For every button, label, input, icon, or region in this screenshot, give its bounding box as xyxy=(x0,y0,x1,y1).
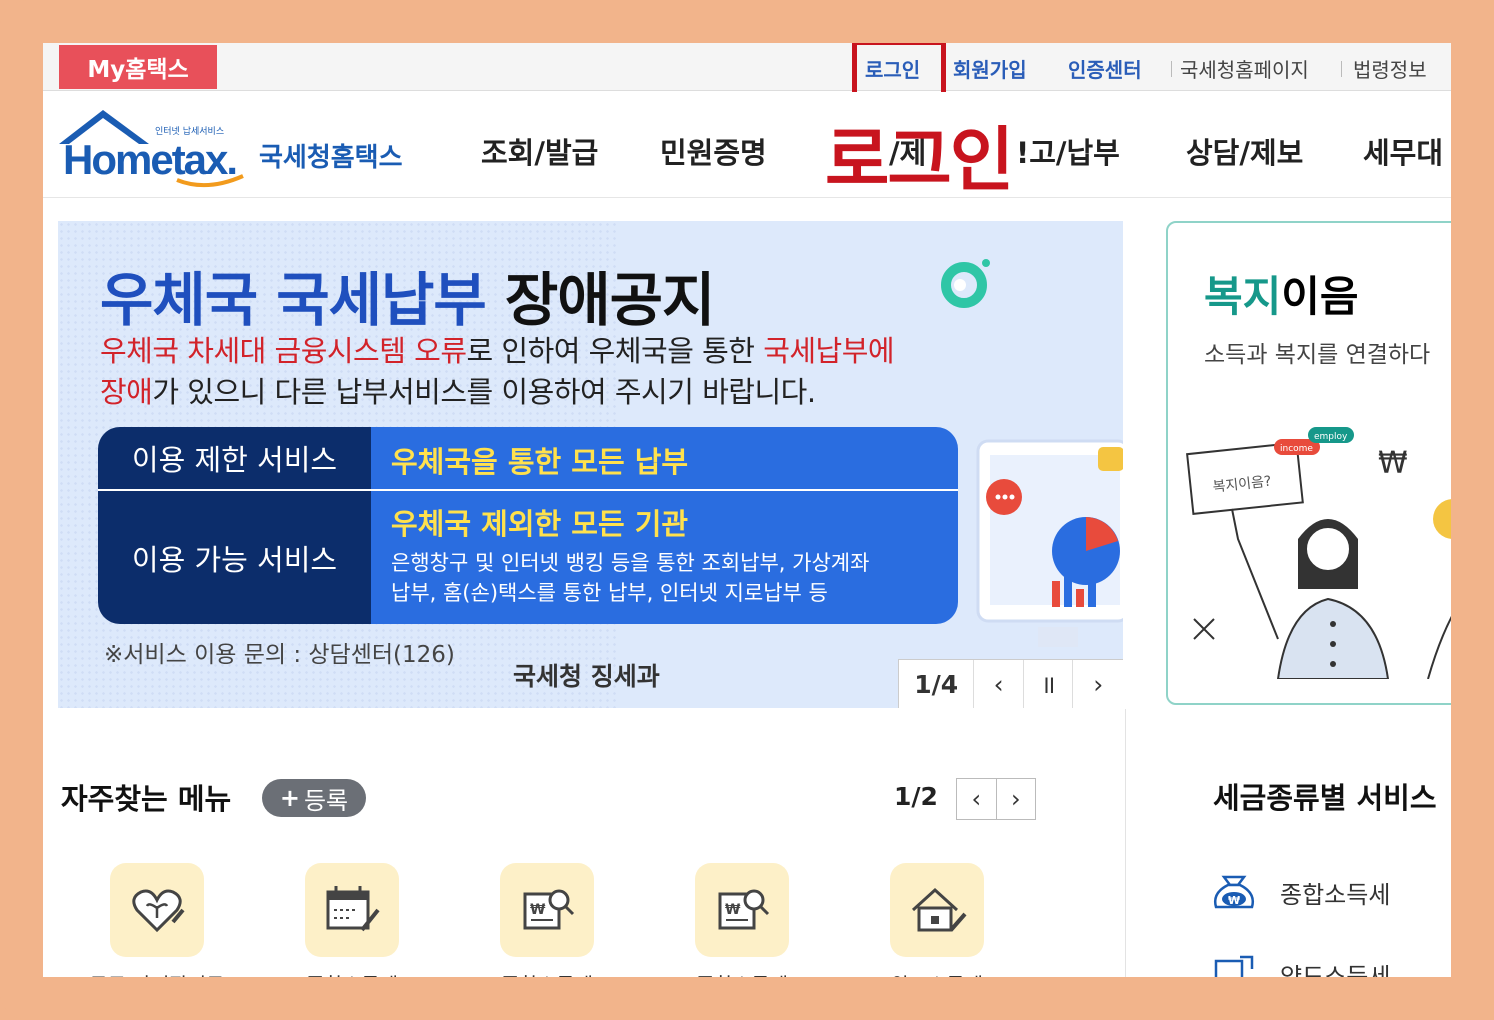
house-logo-icon: 인터넷 납세서비스 Hometax. 국세청홈택스 xyxy=(59,110,403,188)
divider xyxy=(1171,61,1172,77)
favorites-next-button[interactable]: › xyxy=(997,779,1036,819)
favorite-item-4[interactable]: ₩ xyxy=(695,863,789,957)
available-label: 이용 가능 서비스 xyxy=(98,491,371,624)
calendar-edit-icon xyxy=(326,886,380,932)
favorites-prev-button[interactable]: ‹ xyxy=(957,779,997,819)
register-label: 등록 xyxy=(303,786,349,815)
nav-consult-report[interactable]: 상담/제보 xyxy=(1186,130,1303,172)
desc-mid-1: 로 인하여 우체국을 통한 xyxy=(466,334,764,368)
available-value-cell: 우체국 제외한 모든 기관 은행창구 및 인터넷 뱅킹 등을 통한 조회납부, … xyxy=(371,491,958,624)
banner-signature: 국세청 징세과 xyxy=(513,662,660,691)
tax-document-search-icon: ₩ xyxy=(718,889,770,930)
login-annotation: 로그인 xyxy=(825,119,1014,201)
banner-title-dark: 장애공지 xyxy=(504,266,715,334)
favorite-label-1: 근로·자녀장려금 xyxy=(77,969,237,977)
house-edit-icon xyxy=(911,887,967,932)
nav-civil-cert[interactable]: 민원증명 xyxy=(660,130,767,172)
register-favorite-button[interactable]: + 등록 xyxy=(262,779,366,817)
favorite-label-4: 종합소득세 xyxy=(662,969,822,977)
favorite-label-2: 종합소득세 xyxy=(272,969,432,977)
favorite-item-2[interactable] xyxy=(305,863,399,957)
available-value: 우체국 제외한 모든 기관 xyxy=(391,507,689,541)
welfare-person-illustration: 복지이음? income employ ₩ xyxy=(1186,427,1451,679)
restricted-value: 우체국을 통한 모든 납부 xyxy=(391,445,689,479)
favorites-title: 자주찾는 메뉴 xyxy=(61,782,232,816)
desc-mid-2: 가 있으니 다른 납부서비스를 이용하여 주시기 바랍니다. xyxy=(152,375,816,409)
decorative-ring-icon xyxy=(941,259,990,308)
section-divider xyxy=(1125,709,1126,977)
favorite-label-3: 종합소득세 xyxy=(467,969,627,977)
favorite-item-1[interactable] xyxy=(110,863,204,957)
divider xyxy=(1341,61,1342,77)
utility-bar: My홈택스 로그인 회원가입 인증센터 국세청홈페이지 법령정보 xyxy=(43,43,1451,100)
welfare-subtitle: 소득과 복지를 연결하다 xyxy=(1204,342,1431,368)
plus-icon: + xyxy=(279,784,300,812)
nav-inquiry-issue[interactable]: 조회/발급 xyxy=(481,130,598,172)
banner-page-indicator: 1/4 xyxy=(899,660,975,708)
welfare-title-dark: 이음 xyxy=(1281,272,1359,321)
banner-prev-button[interactable]: ‹ xyxy=(974,660,1024,708)
transfer-document-icon xyxy=(1214,955,1254,977)
banner-pause-button[interactable]: ॥ xyxy=(1024,660,1074,708)
logo-wordmark: Hometax. xyxy=(63,136,236,183)
banner-pager: 1/4 ‹ ॥ › xyxy=(898,659,1123,708)
tax-service-title: 세금종류별 서비스 xyxy=(1213,781,1437,815)
tax-item-transfer[interactable]: 양도소득세 xyxy=(1280,957,1390,977)
banner-description: 우체국 차세대 금융시스템 오류로 인하여 우체국을 통한 국세납부에 장애가 … xyxy=(100,331,1000,413)
money-bag-icon: ₩ xyxy=(1214,875,1254,909)
restricted-label: 이용 제한 서비스 xyxy=(98,427,371,489)
nav-report-pay[interactable]: !고/납부 xyxy=(1016,130,1120,172)
income-tag: income xyxy=(1280,444,1313,454)
available-detail-1: 은행창구 및 인터넷 뱅킹 등을 통한 조회납부, 가상계좌 xyxy=(391,551,870,575)
desc-red-2: 국세납부에 xyxy=(763,334,895,368)
tax-document-search-icon: ₩ xyxy=(523,889,575,930)
cert-center-link[interactable]: 인증센터 xyxy=(1068,51,1142,85)
law-info-link[interactable]: 법령정보 xyxy=(1353,51,1427,85)
welfare-title: 복지이음 xyxy=(1204,263,1359,324)
monitor-chart-illustration xyxy=(976,439,1123,647)
favorite-label-5: 양도소득세 xyxy=(857,969,1017,977)
employ-tag: employ xyxy=(1314,432,1348,442)
hometax-logo[interactable]: 인터넷 납세서비스 Hometax. 국세청홈택스 xyxy=(57,104,417,194)
banner-title: 우체국 국세납부 장애공지 xyxy=(100,253,715,337)
svg-text:₩: ₩ xyxy=(1228,894,1240,907)
favorites-page-indicator: 1/2 xyxy=(894,782,938,811)
tax-item-comprehensive[interactable]: 종합소득세 xyxy=(1280,875,1390,910)
restricted-value-cell: 우체국을 통한 모든 납부 xyxy=(371,427,958,489)
banner-title-blue: 우체국 국세납부 xyxy=(100,266,487,334)
favorites-pager: ‹ › xyxy=(956,778,1036,820)
desc-red-1: 우체국 차세대 금융시스템 오류 xyxy=(100,334,467,368)
welfare-title-teal: 복지 xyxy=(1204,272,1282,321)
favorite-item-5[interactable] xyxy=(890,863,984,957)
desc-red-3: 장애 xyxy=(100,375,153,409)
browser-viewport: My홈택스 로그인 회원가입 인증센터 국세청홈페이지 법령정보 인터넷 납세서… xyxy=(43,43,1451,977)
site-header: 인터넷 납세서비스 Hometax. 국세청홈택스 조회/발급 민원증명 /제 … xyxy=(43,92,1451,201)
my-hometax-tab[interactable]: My홈택스 xyxy=(59,45,217,89)
service-table: 이용 제한 서비스 우체국을 통한 모든 납부 이용 가능 서비스 우체국 제외… xyxy=(98,427,958,624)
service-inquiry: ※서비스 이용 문의 : 상담센터(126) xyxy=(104,642,455,668)
available-detail-2: 납부, 홈(손)택스를 통한 납부, 인터넷 지로납부 등 xyxy=(391,581,828,605)
svg-text:₩: ₩ xyxy=(530,902,546,918)
banner-next-button[interactable]: › xyxy=(1073,660,1123,708)
svg-text:₩: ₩ xyxy=(725,902,741,918)
svg-text:₩: ₩ xyxy=(1378,446,1408,481)
logo-korean: 국세청홈택스 xyxy=(259,143,403,173)
nav-tax-agent[interactable]: 세무대 xyxy=(1363,130,1443,172)
notice-banner[interactable]: 우체국 국세납부 장애공지 우체국 차세대 금융시스템 오류로 인하여 우체국을… xyxy=(58,221,1123,708)
signup-link[interactable]: 회원가입 xyxy=(953,51,1027,85)
favorite-item-3[interactable]: ₩ xyxy=(500,863,594,957)
heart-sprout-icon xyxy=(132,889,185,933)
nts-homepage-link[interactable]: 국세청홈페이지 xyxy=(1180,51,1309,85)
welfare-card[interactable]: 복지이음 소득과 복지를 연결하다 복지이음? income employ ₩ xyxy=(1166,221,1451,705)
